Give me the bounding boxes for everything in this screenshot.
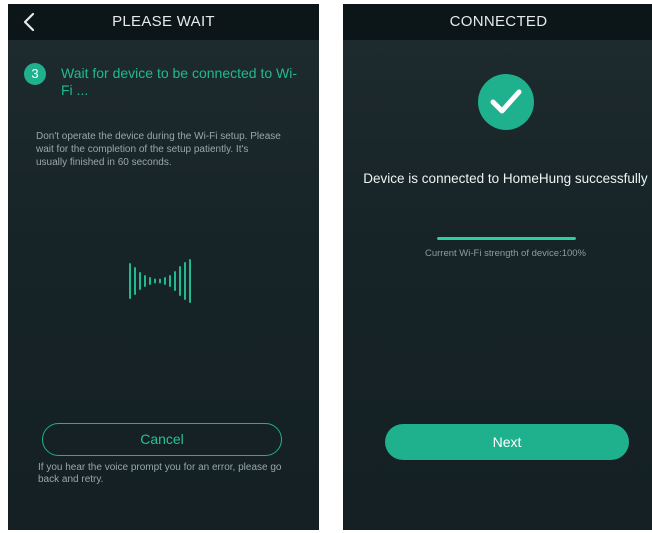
success-badge xyxy=(478,74,534,130)
next-button[interactable]: Next xyxy=(385,424,629,460)
header-bar: CONNECTED xyxy=(343,4,652,41)
wifi-strength-bar xyxy=(437,237,576,240)
wifi-strength-fill xyxy=(437,237,576,240)
stage: PLEASE WAIT 3 Wait for device to be conn… xyxy=(0,0,652,533)
page-title: CONNECTED xyxy=(449,13,548,30)
setup-instruction: Don't operate the device during the Wi-F… xyxy=(36,131,281,168)
header-bar: PLEASE WAIT xyxy=(8,4,319,41)
success-message: Device is connected to HomeHung successf… xyxy=(363,171,648,186)
step-number-badge: 3 xyxy=(24,63,46,85)
sound-wave-icon xyxy=(129,259,191,303)
step-text: Wait for device to be connected to Wi-Fi… xyxy=(61,65,298,98)
error-hint-text: If you hear the voice prompt you for an … xyxy=(38,462,282,485)
please-wait-screen: PLEASE WAIT 3 Wait for device to be conn… xyxy=(8,4,319,530)
wifi-strength-label: Current Wi-Fi strength of device:100% xyxy=(424,248,587,259)
connected-screen: CONNECTED Device is connected to HomeHun… xyxy=(343,4,652,530)
checkmark-icon xyxy=(490,89,522,114)
page-title: PLEASE WAIT xyxy=(112,13,215,30)
cancel-button[interactable]: Cancel xyxy=(42,423,282,456)
